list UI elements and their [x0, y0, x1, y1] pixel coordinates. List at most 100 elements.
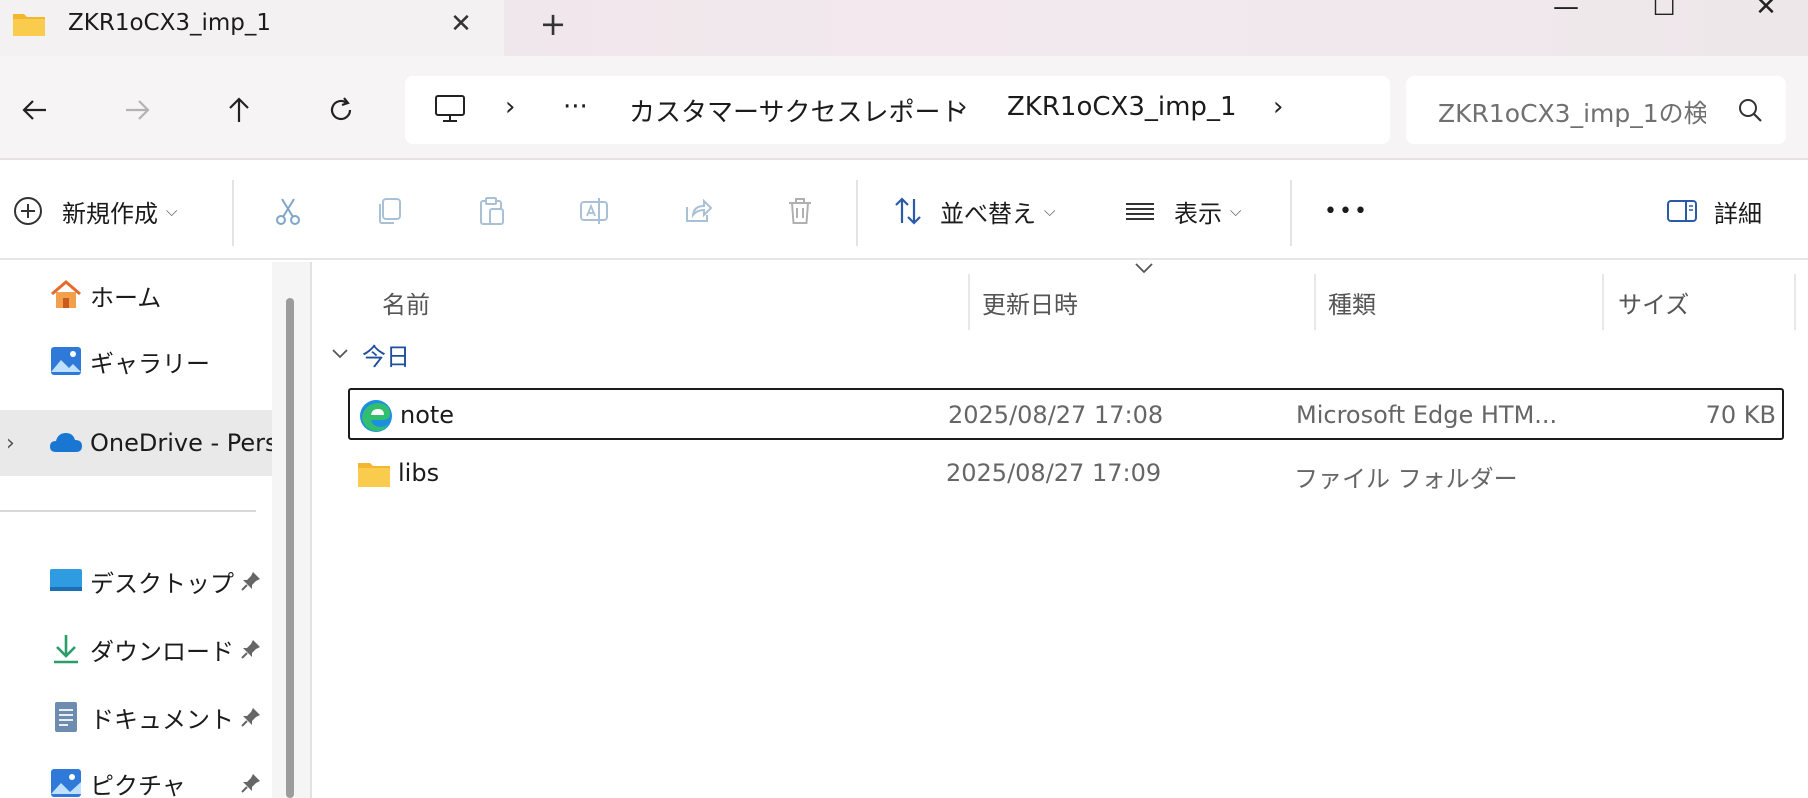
clipboard-icon: [480, 197, 504, 225]
column-header-type[interactable]: 種類: [1328, 274, 1376, 330]
forward-button[interactable]: [112, 88, 162, 132]
search-box[interactable]: ZKR1oCX3_imp_1の検索: [1406, 76, 1786, 144]
sidebar-item-label: デスクトップ: [90, 569, 234, 598]
details-pane-icon: [1667, 200, 1697, 222]
command-divider: [232, 180, 234, 246]
copy-icon: [379, 198, 401, 224]
cut-button[interactable]: [272, 162, 304, 260]
up-button[interactable]: [214, 88, 264, 132]
column-header-name[interactable]: 名前: [382, 274, 430, 330]
sidebar-item-downloads[interactable]: ダウンロード: [0, 616, 272, 682]
navigation-pane: ホーム ギャラリー › OneDrive - Personal デスクトップ ダ…: [0, 262, 272, 798]
chevron-down-icon: ⌵: [1230, 202, 1242, 220]
tab-close-button[interactable]: ✕: [446, 4, 476, 44]
folder-icon: [358, 463, 390, 487]
column-divider[interactable]: [1602, 274, 1604, 330]
title-bar: ZKR1oCX3_imp_1 ✕ + — ☐ ✕: [0, 0, 1808, 56]
sidebar-item-label: OneDrive - Personal: [90, 429, 272, 457]
expand-chevron-icon[interactable]: ›: [6, 431, 15, 456]
sidebar-item-home[interactable]: ホーム: [0, 262, 272, 328]
file-type: Microsoft Edge HTM...: [1296, 401, 1558, 429]
arrow-up-icon: [229, 97, 249, 122]
chevron-down-icon: ⌵: [1044, 202, 1056, 220]
delete-button[interactable]: [784, 162, 816, 260]
sidebar-item-label: ホーム: [90, 283, 162, 312]
sidebar-item-label: ドキュメント: [90, 705, 234, 734]
sort-button[interactable]: 並べ替え ⌵: [892, 162, 1055, 260]
view-button[interactable]: 表示 ⌵: [1124, 162, 1241, 260]
sidebar-item-documents[interactable]: ドキュメント: [0, 684, 272, 750]
sidebar-item-gallery[interactable]: ギャラリー: [0, 328, 272, 394]
column-header-size[interactable]: サイズ: [1618, 274, 1689, 330]
plus-circle-icon: [14, 197, 42, 225]
desktop-icon: [50, 569, 82, 591]
folder-icon: [13, 14, 45, 36]
maximize-button[interactable]: ☐: [1644, 0, 1684, 22]
file-row[interactable]: note 2025/08/27 17:08 Microsoft Edge HTM…: [348, 388, 1784, 440]
search-icon[interactable]: [1736, 96, 1764, 124]
details-pane-button[interactable]: 詳細: [1666, 162, 1762, 260]
new-tab-button[interactable]: +: [535, 4, 571, 44]
sort-button-label: 並べ替え: [940, 199, 1036, 228]
refresh-icon: [330, 97, 352, 121]
sidebar-item-label: ピクチャ: [90, 771, 186, 798]
pin-icon[interactable]: [240, 638, 262, 660]
rename-button[interactable]: [578, 162, 610, 260]
column-divider[interactable]: [1314, 274, 1316, 330]
pin-icon[interactable]: [240, 570, 262, 592]
download-icon: [54, 635, 78, 664]
sidebar-scrollbar[interactable]: [272, 262, 312, 798]
refresh-button[interactable]: [316, 88, 366, 132]
group-label: 今日: [362, 342, 410, 371]
new-button-label: 新規作成: [62, 199, 158, 228]
sidebar-item-pictures[interactable]: ピクチャ: [0, 750, 272, 798]
copy-button[interactable]: [374, 162, 406, 260]
edge-html-icon: [360, 400, 392, 432]
address-bar[interactable]: › ··· カスタマーサクセスレポート › ZKR1oCX3_imp_1 ›: [405, 76, 1390, 144]
list-view-icon: [1126, 203, 1154, 220]
tab-current[interactable]: ZKR1oCX3_imp_1 ✕: [0, 0, 504, 56]
column-divider[interactable]: [1794, 274, 1796, 330]
column-divider[interactable]: [968, 274, 970, 330]
window-close-button[interactable]: ✕: [1746, 0, 1786, 22]
document-icon: [55, 702, 77, 732]
sidebar-item-desktop[interactable]: デスクトップ: [0, 548, 272, 614]
arrow-left-icon: [22, 100, 46, 120]
share-button[interactable]: [682, 162, 714, 260]
pin-icon[interactable]: [240, 706, 262, 728]
details-pane-label: 詳細: [1714, 199, 1762, 228]
breadcrumb-separator[interactable]: ›: [957, 92, 967, 122]
column-header-modified[interactable]: 更新日時: [982, 274, 1078, 330]
more-options-button[interactable]: •••: [1324, 162, 1369, 260]
this-pc-icon[interactable]: [433, 92, 467, 126]
file-name[interactable]: note: [400, 401, 454, 429]
new-button[interactable]: 新規作成 ⌵: [12, 162, 177, 260]
share-icon: [686, 198, 713, 222]
pictures-icon: [51, 769, 81, 797]
breadcrumb-separator[interactable]: ›: [505, 92, 515, 122]
scissors-icon: [276, 198, 300, 225]
sidebar-item-label: ギャラリー: [90, 349, 210, 378]
rename-icon: [580, 198, 608, 224]
scrollbar-thumb[interactable]: [286, 298, 294, 798]
minimize-button[interactable]: —: [1546, 0, 1586, 22]
back-button[interactable]: [10, 88, 60, 132]
breadcrumb-item[interactable]: カスタマーサクセスレポート: [629, 92, 966, 129]
breadcrumb-separator[interactable]: ›: [1273, 92, 1283, 122]
view-button-label: 表示: [1174, 199, 1222, 228]
sidebar-item-onedrive[interactable]: › OneDrive - Personal: [0, 410, 272, 476]
breadcrumb-overflow[interactable]: ···: [563, 92, 588, 122]
chevron-down-icon: [332, 349, 348, 359]
chevron-down-icon: ⌵: [166, 202, 178, 220]
pin-icon[interactable]: [240, 772, 262, 794]
file-row[interactable]: libs 2025/08/27 17:09 ファイル フォルダー: [348, 448, 1784, 500]
group-header-today[interactable]: 今日: [330, 334, 410, 374]
file-size: 70 KB: [1705, 401, 1776, 429]
tab-title: ZKR1oCX3_imp_1: [68, 10, 272, 36]
file-name[interactable]: libs: [398, 459, 439, 487]
paste-button[interactable]: [476, 162, 508, 260]
sort-arrows-icon: [895, 197, 921, 225]
search-placeholder: ZKR1oCX3_imp_1の検索: [1438, 99, 1706, 128]
breadcrumb-item[interactable]: ZKR1oCX3_imp_1: [1007, 92, 1236, 122]
file-list: 名前 更新日時 種類 サイズ 今日 note 2025/08/27 17:08 …: [312, 262, 1808, 798]
